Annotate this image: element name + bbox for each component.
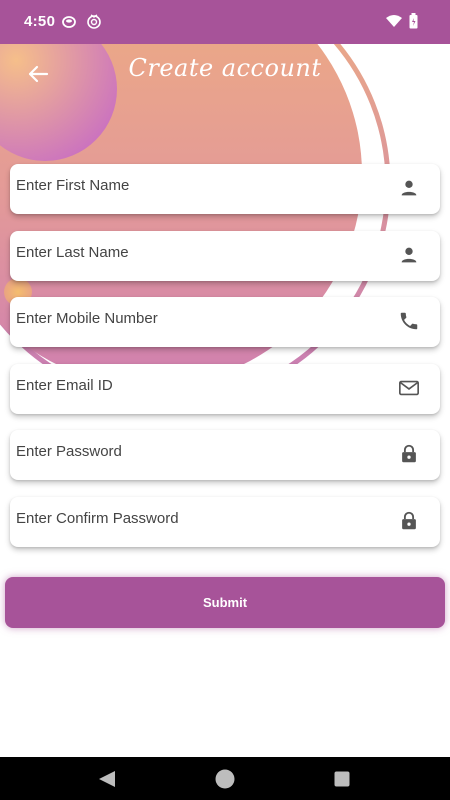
lock-icon <box>402 444 416 463</box>
wifi-icon <box>386 15 402 27</box>
last-name-input[interactable] <box>10 231 390 281</box>
mobile-number-field[interactable] <box>10 297 440 347</box>
person-icon <box>401 180 417 196</box>
battery-icon <box>409 13 418 29</box>
status-time: 4:50 <box>24 13 56 30</box>
page-title: Create account <box>128 54 322 82</box>
password-input[interactable] <box>10 430 390 480</box>
password-field[interactable] <box>10 430 440 480</box>
mobile-number-input[interactable] <box>10 297 390 347</box>
confirm-password-input[interactable] <box>10 497 390 547</box>
nav-back-icon[interactable] <box>98 770 116 788</box>
status-bar: 4:50 <box>0 0 450 44</box>
notification-app-icon-2 <box>87 14 101 29</box>
email-field[interactable] <box>10 364 440 414</box>
nav-home-icon[interactable] <box>215 769 235 789</box>
person-icon <box>401 247 417 263</box>
notification-app-icon <box>62 16 76 28</box>
nav-recents-icon[interactable] <box>334 771 350 787</box>
last-name-field[interactable] <box>10 231 440 281</box>
phone-icon <box>400 312 418 330</box>
mail-icon <box>399 380 419 396</box>
email-input[interactable] <box>10 364 390 414</box>
lock-icon <box>402 511 416 530</box>
first-name-input[interactable] <box>10 164 390 214</box>
submit-button[interactable]: Submit <box>5 577 445 628</box>
first-name-field[interactable] <box>10 164 440 214</box>
confirm-password-field[interactable] <box>10 497 440 547</box>
navigation-bar <box>0 757 450 800</box>
